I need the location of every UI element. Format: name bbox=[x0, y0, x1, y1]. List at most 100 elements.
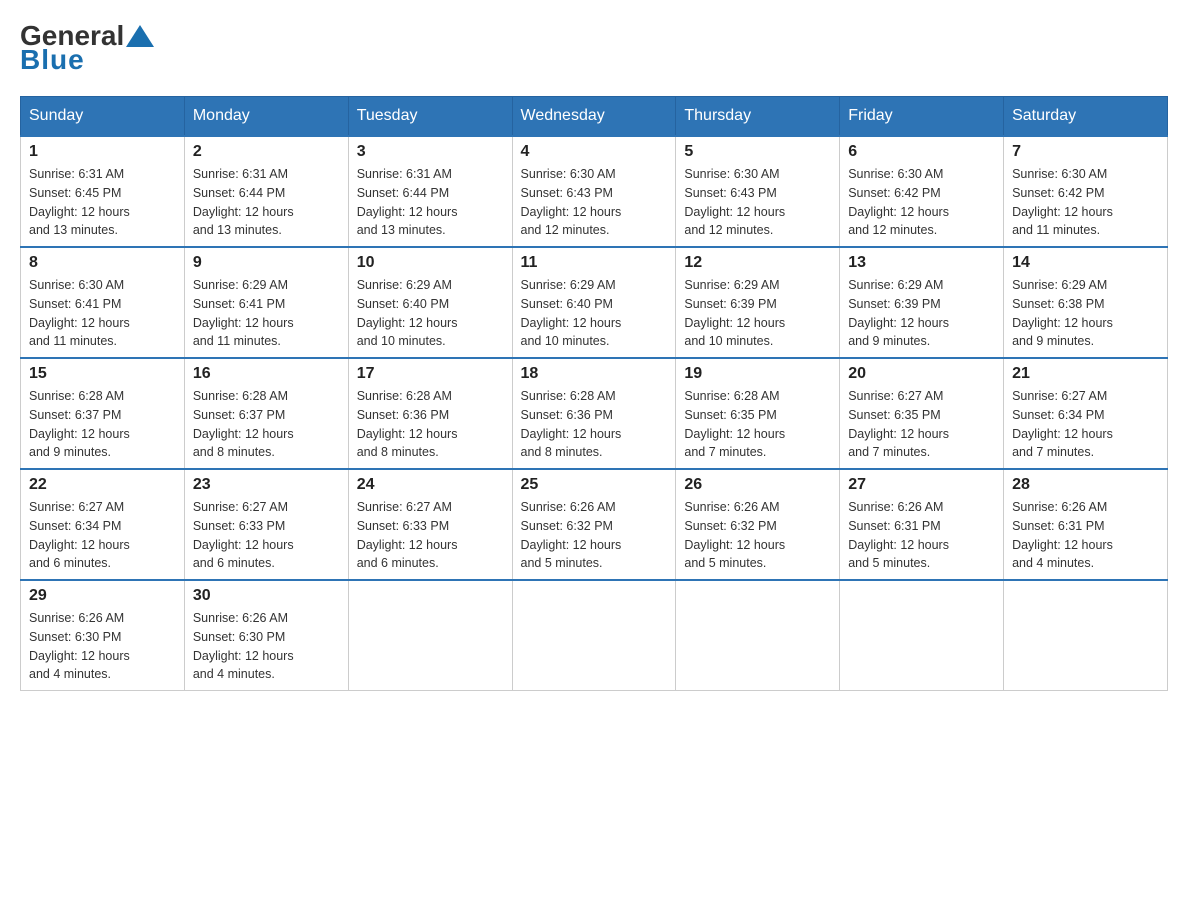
calendar-cell: 13 Sunrise: 6:29 AMSunset: 6:39 PMDayligh… bbox=[840, 247, 1004, 358]
calendar-cell: 15Sunrise: 6:28 AMSunset: 6:37 PMDayligh… bbox=[21, 358, 185, 469]
day-info: Sunrise: 6:27 AMSunset: 6:33 PMDaylight:… bbox=[193, 498, 340, 573]
day-number: 7 bbox=[1012, 143, 1159, 161]
day-number: 15 bbox=[29, 365, 176, 383]
day-number: 22 bbox=[29, 476, 176, 494]
calendar-cell: 23 Sunrise: 6:27 AMSunset: 6:33 PMDayligh… bbox=[184, 469, 348, 580]
day-number: 4 bbox=[521, 143, 668, 161]
day-number: 23 bbox=[193, 476, 340, 494]
day-info: Sunrise: 6:29 AMSunset: 6:40 PMDaylight:… bbox=[357, 276, 504, 351]
day-header-sunday: Sunday bbox=[21, 97, 185, 137]
day-number: 3 bbox=[357, 143, 504, 161]
calendar-cell: 29 Sunrise: 6:26 AMSunset: 6:30 PMDayligh… bbox=[21, 580, 185, 691]
day-info: Sunrise: 6:26 AMSunset: 6:31 PMDaylight:… bbox=[1012, 498, 1159, 573]
calendar-cell: 7 Sunrise: 6:30 AMSunset: 6:42 PMDaylight… bbox=[1004, 136, 1168, 247]
day-number: 11 bbox=[521, 254, 668, 272]
day-info: Sunrise: 6:29 AMSunset: 6:38 PMDaylight:… bbox=[1012, 276, 1159, 351]
day-info: Sunrise: 6:26 AMSunset: 6:32 PMDaylight:… bbox=[684, 498, 831, 573]
calendar-cell: 10 Sunrise: 6:29 AMSunset: 6:40 PMDayligh… bbox=[348, 247, 512, 358]
day-info: Sunrise: 6:31 AMSunset: 6:45 PMDaylight:… bbox=[29, 165, 176, 240]
logo-blue-text: Blue bbox=[20, 44, 85, 76]
calendar-cell: 1 Sunrise: 6:31 AMSunset: 6:45 PMDaylight… bbox=[21, 136, 185, 247]
calendar-cell: 28 Sunrise: 6:26 AMSunset: 6:31 PMDayligh… bbox=[1004, 469, 1168, 580]
calendar-table: SundayMondayTuesdayWednesdayThursdayFrid… bbox=[20, 96, 1168, 691]
calendar-header-row: SundayMondayTuesdayWednesdayThursdayFrid… bbox=[21, 97, 1168, 137]
week-row-1: 1 Sunrise: 6:31 AMSunset: 6:45 PMDaylight… bbox=[21, 136, 1168, 247]
day-number: 29 bbox=[29, 587, 176, 605]
day-number: 21 bbox=[1012, 365, 1159, 383]
day-number: 14 bbox=[1012, 254, 1159, 272]
day-number: 5 bbox=[684, 143, 831, 161]
day-number: 8 bbox=[29, 254, 176, 272]
day-number: 1 bbox=[29, 143, 176, 161]
day-info: Sunrise: 6:26 AMSunset: 6:32 PMDaylight:… bbox=[521, 498, 668, 573]
day-number: 6 bbox=[848, 143, 995, 161]
logo: General Blue bbox=[20, 20, 154, 76]
calendar-cell: 12 Sunrise: 6:29 AMSunset: 6:39 PMDayligh… bbox=[676, 247, 840, 358]
day-header-monday: Monday bbox=[184, 97, 348, 137]
day-header-thursday: Thursday bbox=[676, 97, 840, 137]
day-number: 10 bbox=[357, 254, 504, 272]
day-number: 27 bbox=[848, 476, 995, 494]
day-header-tuesday: Tuesday bbox=[348, 97, 512, 137]
day-info: Sunrise: 6:27 AMSunset: 6:35 PMDaylight:… bbox=[848, 387, 995, 462]
calendar-cell: 19 Sunrise: 6:28 AMSunset: 6:35 PMDayligh… bbox=[676, 358, 840, 469]
week-row-3: 15 Sunrise: 6:28 AMSunset: 6:37 PMDayligh… bbox=[21, 358, 1168, 469]
day-info: Sunrise: 6:30 AMSunset: 6:42 PMDaylight:… bbox=[848, 165, 995, 240]
day-info: Sunrise: 6:28 AMSunset: 6:36 PMDaylight:… bbox=[357, 387, 504, 462]
calendar-cell bbox=[348, 580, 512, 691]
day-number: 2 bbox=[193, 143, 340, 161]
day-info: Sunrise: 6:29 AMSunset: 6:40 PMDaylight:… bbox=[521, 276, 668, 351]
day-info: Sunrise: 6:31 AMSunset: 6:44 PMDaylight:… bbox=[193, 165, 340, 240]
day-info: Sunrise: 6:29 AMSunset: 6:39 PMDaylight:… bbox=[848, 276, 995, 351]
calendar-cell bbox=[1004, 580, 1168, 691]
calendar-cell: 18Sunrise: 6:28 AMSunset: 6:36 PMDayligh… bbox=[512, 358, 676, 469]
calendar-cell: 30Sunrise: 6:26 AMSunset: 6:30 PMDayligh… bbox=[184, 580, 348, 691]
day-info: Sunrise: 6:29 AMSunset: 6:39 PMDaylight:… bbox=[684, 276, 831, 351]
day-info: Sunrise: 6:26 AMSunset: 6:30 PMDaylight:… bbox=[193, 609, 340, 684]
calendar-cell: 24Sunrise: 6:27 AMSunset: 6:33 PMDayligh… bbox=[348, 469, 512, 580]
day-number: 13 bbox=[848, 254, 995, 272]
day-info: Sunrise: 6:31 AMSunset: 6:44 PMDaylight:… bbox=[357, 165, 504, 240]
day-number: 19 bbox=[684, 365, 831, 383]
calendar-cell: 21 Sunrise: 6:27 AMSunset: 6:34 PMDayligh… bbox=[1004, 358, 1168, 469]
calendar-cell: 22 Sunrise: 6:27 AMSunset: 6:34 PMDayligh… bbox=[21, 469, 185, 580]
calendar-cell: 5 Sunrise: 6:30 AMSunset: 6:43 PMDaylight… bbox=[676, 136, 840, 247]
day-info: Sunrise: 6:28 AMSunset: 6:37 PMDaylight:… bbox=[193, 387, 340, 462]
calendar-cell: 14 Sunrise: 6:29 AMSunset: 6:38 PMDayligh… bbox=[1004, 247, 1168, 358]
day-info: Sunrise: 6:30 AMSunset: 6:43 PMDaylight:… bbox=[521, 165, 668, 240]
calendar-cell: 16 Sunrise: 6:28 AMSunset: 6:37 PMDayligh… bbox=[184, 358, 348, 469]
day-info: Sunrise: 6:29 AMSunset: 6:41 PMDaylight:… bbox=[193, 276, 340, 351]
day-header-saturday: Saturday bbox=[1004, 97, 1168, 137]
calendar-cell bbox=[676, 580, 840, 691]
day-number: 16 bbox=[193, 365, 340, 383]
calendar-cell: 17Sunrise: 6:28 AMSunset: 6:36 PMDayligh… bbox=[348, 358, 512, 469]
calendar-cell: 20 Sunrise: 6:27 AMSunset: 6:35 PMDayligh… bbox=[840, 358, 1004, 469]
calendar-cell: 6 Sunrise: 6:30 AMSunset: 6:42 PMDaylight… bbox=[840, 136, 1004, 247]
day-header-friday: Friday bbox=[840, 97, 1004, 137]
calendar-cell: 9Sunrise: 6:29 AMSunset: 6:41 PMDaylight… bbox=[184, 247, 348, 358]
page-header: General Blue bbox=[20, 20, 1168, 76]
calendar-cell: 2 Sunrise: 6:31 AMSunset: 6:44 PMDaylight… bbox=[184, 136, 348, 247]
week-row-2: 8 Sunrise: 6:30 AMSunset: 6:41 PMDaylight… bbox=[21, 247, 1168, 358]
calendar-cell: 4 Sunrise: 6:30 AMSunset: 6:43 PMDaylight… bbox=[512, 136, 676, 247]
day-info: Sunrise: 6:30 AMSunset: 6:42 PMDaylight:… bbox=[1012, 165, 1159, 240]
day-number: 18 bbox=[521, 365, 668, 383]
day-number: 20 bbox=[848, 365, 995, 383]
calendar-cell: 26Sunrise: 6:26 AMSunset: 6:32 PMDayligh… bbox=[676, 469, 840, 580]
day-info: Sunrise: 6:27 AMSunset: 6:34 PMDaylight:… bbox=[1012, 387, 1159, 462]
day-info: Sunrise: 6:27 AMSunset: 6:34 PMDaylight:… bbox=[29, 498, 176, 573]
day-info: Sunrise: 6:26 AMSunset: 6:31 PMDaylight:… bbox=[848, 498, 995, 573]
calendar-cell: 3 Sunrise: 6:31 AMSunset: 6:44 PMDaylight… bbox=[348, 136, 512, 247]
week-row-5: 29 Sunrise: 6:26 AMSunset: 6:30 PMDayligh… bbox=[21, 580, 1168, 691]
day-number: 28 bbox=[1012, 476, 1159, 494]
day-info: Sunrise: 6:30 AMSunset: 6:43 PMDaylight:… bbox=[684, 165, 831, 240]
calendar-cell bbox=[840, 580, 1004, 691]
day-number: 25 bbox=[521, 476, 668, 494]
day-info: Sunrise: 6:28 AMSunset: 6:35 PMDaylight:… bbox=[684, 387, 831, 462]
week-row-4: 22 Sunrise: 6:27 AMSunset: 6:34 PMDayligh… bbox=[21, 469, 1168, 580]
day-number: 12 bbox=[684, 254, 831, 272]
day-info: Sunrise: 6:30 AMSunset: 6:41 PMDaylight:… bbox=[29, 276, 176, 351]
day-number: 24 bbox=[357, 476, 504, 494]
logo-triangle-icon bbox=[126, 25, 154, 47]
day-info: Sunrise: 6:26 AMSunset: 6:30 PMDaylight:… bbox=[29, 609, 176, 684]
